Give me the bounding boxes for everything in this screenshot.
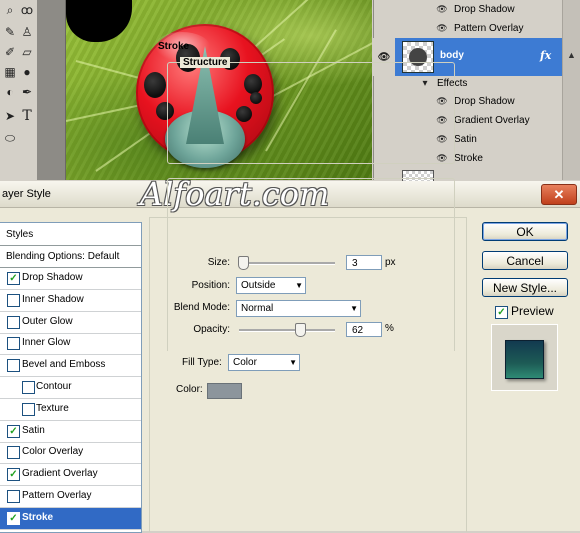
style-checkbox[interactable]: ✓ xyxy=(7,424,20,438)
color-label: Color: xyxy=(176,384,203,395)
fx-icon[interactable]: fx xyxy=(540,49,551,62)
ladybug-spot xyxy=(144,72,166,98)
layer-effect-label: Stroke xyxy=(454,153,483,164)
fill-type-select[interactable]: Color ▼ xyxy=(228,354,300,371)
style-checkbox[interactable] xyxy=(7,337,20,351)
style-label: Texture xyxy=(36,402,69,414)
style-label: Gradient Overlay xyxy=(22,468,98,480)
styles-header[interactable]: Styles xyxy=(0,223,141,246)
path-select-icon[interactable]: ➤ xyxy=(2,108,18,124)
shape-icon[interactable]: ⬭ xyxy=(2,130,18,146)
layer-effect-label: Pattern Overlay xyxy=(454,23,524,34)
style-item-color-overlay[interactable]: Color Overlay xyxy=(0,442,141,465)
cancel-button[interactable]: Cancel xyxy=(482,251,568,270)
style-label: Drop Shadow xyxy=(22,272,83,283)
style-item-pattern-overlay[interactable]: Pattern Overlay xyxy=(0,486,141,508)
toolbox: ⌕ ꝏ ✎ ♙ ✐ ▱ ▦ ● ◐ ✒ ➤ T ⬭ xyxy=(0,0,38,180)
layer-effect-row[interactable]: 👁 Drop Shadow xyxy=(374,0,563,19)
blending-options-label: Blending Options: Default xyxy=(6,251,120,262)
layer-effect-label: Drop Shadow xyxy=(454,4,515,15)
blur-icon[interactable]: ● xyxy=(19,64,35,80)
brush-icon[interactable]: ✎ xyxy=(2,24,18,40)
magnifier-icon[interactable]: ⌕ xyxy=(2,2,18,18)
style-checkbox[interactable] xyxy=(7,446,20,460)
style-label: Contour xyxy=(36,381,72,392)
style-label: Pattern Overlay xyxy=(22,490,92,501)
style-item-inner-shadow[interactable]: Inner Shadow xyxy=(0,290,141,312)
style-item-texture[interactable]: Texture xyxy=(0,399,141,421)
styles-list: Styles Blending Options: Default ✓ Drop S… xyxy=(0,222,142,533)
style-item-contour[interactable]: Contour xyxy=(0,377,141,399)
style-item-outer-glow[interactable]: Outer Glow xyxy=(0,312,141,334)
workspace-gutter xyxy=(37,0,66,180)
style-checkbox[interactable] xyxy=(7,293,20,307)
fill-type-value: Color xyxy=(233,357,257,368)
stamp-icon[interactable]: ♙ xyxy=(19,24,35,40)
style-checkbox[interactable] xyxy=(7,490,20,503)
new-style-button[interactable]: New Style... xyxy=(482,278,568,297)
blending-options-item[interactable]: Blending Options: Default xyxy=(0,246,141,268)
history-brush-icon[interactable]: ✐ xyxy=(2,44,18,60)
chevron-down-icon: ▼ xyxy=(289,358,297,367)
style-label: Stroke xyxy=(22,511,54,523)
style-label: Color Overlay xyxy=(22,446,84,458)
gradient-icon[interactable]: ▦ xyxy=(2,64,18,80)
visibility-eye-icon[interactable]: 👁 xyxy=(436,23,448,34)
style-item-drop-shadow[interactable]: ✓ Drop Shadow xyxy=(0,268,141,290)
fill-type-group xyxy=(167,178,455,351)
dodge-icon[interactable]: ◐ xyxy=(2,84,18,100)
style-checkbox[interactable] xyxy=(7,315,20,329)
style-item-stroke[interactable]: ✓ Stroke xyxy=(0,507,141,530)
pen-icon[interactable]: ✒ xyxy=(19,84,35,100)
preview-label: Preview xyxy=(511,304,554,318)
preview-swatch xyxy=(505,340,544,379)
eraser-icon[interactable]: ▱ xyxy=(19,44,35,60)
style-checkbox[interactable] xyxy=(7,359,20,373)
structure-group xyxy=(167,62,455,164)
style-checkbox[interactable]: ✓ xyxy=(7,468,20,482)
style-checkbox[interactable] xyxy=(22,381,35,394)
style-item-gradient-overlay[interactable]: ✓ Gradient Overlay xyxy=(0,464,141,487)
style-item-bevel-and-emboss[interactable]: Bevel and Emboss xyxy=(0,355,141,378)
layer-name: body xyxy=(440,50,464,61)
style-label: Bevel and Emboss xyxy=(22,359,106,371)
style-checkbox[interactable]: ✓ xyxy=(7,272,20,285)
style-checkbox[interactable]: ✓ xyxy=(7,511,20,525)
style-label: Outer Glow xyxy=(22,315,73,327)
fill-type-label: Fill Type: xyxy=(180,357,226,368)
visibility-eye-icon[interactable]: 👁 xyxy=(436,4,448,15)
style-checkbox[interactable] xyxy=(22,402,35,416)
ok-button[interactable]: OK xyxy=(482,222,568,241)
style-item-satin[interactable]: ✓ Satin xyxy=(0,421,141,443)
dialog-title: ayer Style xyxy=(2,188,51,200)
lasso-icon[interactable]: ꝏ xyxy=(19,2,35,18)
layer-effect-row[interactable]: 👁 Pattern Overlay xyxy=(374,19,563,38)
stroke-color-swatch[interactable] xyxy=(207,383,242,399)
styles-header-label: Styles xyxy=(6,229,34,240)
layer-effect-label: Gradient Overlay xyxy=(454,115,530,126)
close-button[interactable]: ✕ xyxy=(541,184,577,205)
style-label: Inner Shadow xyxy=(22,293,84,305)
structure-title: Structure xyxy=(180,57,231,68)
stroke-section-title: Stroke xyxy=(158,41,190,52)
scroll-up-arrow-icon[interactable]: ▲ xyxy=(567,50,576,60)
style-label: Inner Glow xyxy=(22,337,71,349)
style-item-inner-glow[interactable]: Inner Glow xyxy=(0,333,141,356)
layers-scrollbar[interactable]: ▲ xyxy=(562,0,580,180)
layer-effect-label: Satin xyxy=(454,134,477,145)
preview-checkbox[interactable]: ✓ xyxy=(495,306,508,319)
style-label: Satin xyxy=(22,424,45,436)
type-icon[interactable]: T xyxy=(19,108,35,124)
layer-effect-label: Drop Shadow xyxy=(454,96,515,107)
